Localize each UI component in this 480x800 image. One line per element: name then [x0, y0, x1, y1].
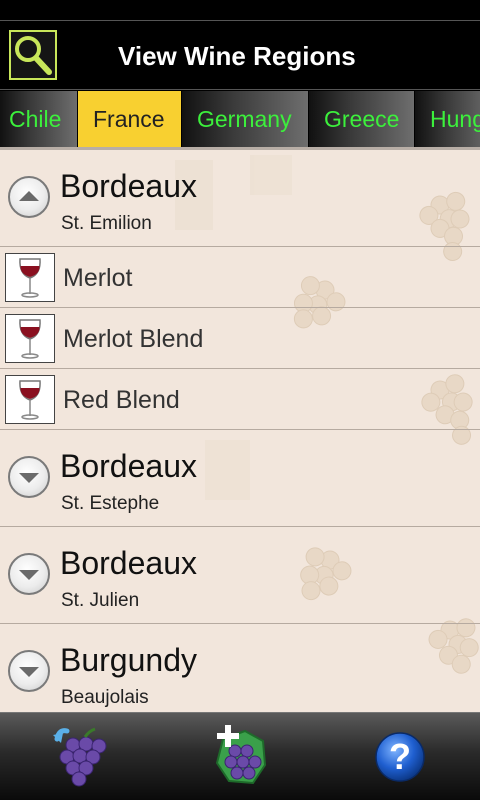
chevron-down-icon: [19, 667, 39, 677]
wine-type-row[interactable]: Merlot Blend: [0, 308, 480, 369]
region-group-row[interactable]: Bordeaux St. Estephe: [0, 430, 480, 527]
region-name: Burgundy: [60, 642, 197, 678]
help-glyph: ?: [389, 736, 411, 777]
tab-greece[interactable]: Greece: [309, 91, 415, 147]
region-group-row[interactable]: Bordeaux St. Emilion: [0, 150, 480, 247]
bottom-toolbar: ?: [0, 712, 480, 800]
tab-hungary[interactable]: Hung: [415, 91, 480, 147]
country-tabs: Chile France Germany Greece Hung: [0, 91, 480, 147]
expand-button[interactable]: [8, 456, 50, 498]
add-region-button[interactable]: [205, 721, 275, 791]
status-bar: [0, 0, 480, 20]
region-name: Bordeaux: [60, 448, 197, 484]
region-name: Bordeaux: [60, 545, 197, 581]
wine-type-row[interactable]: Merlot: [0, 247, 480, 308]
subregion-name: St. Julien: [61, 590, 140, 611]
subregion-name: St. Emilion: [61, 213, 152, 234]
search-icon: [15, 36, 52, 75]
wine-glass-icon: [5, 375, 55, 424]
help-button[interactable]: ?: [365, 721, 435, 791]
subregion-name: St. Estephe: [61, 493, 160, 514]
wine-type-label: Red Blend: [63, 386, 180, 414]
region-group-row[interactable]: Burgundy Beaujolais: [0, 624, 480, 712]
expand-button[interactable]: [8, 553, 50, 595]
title-bar: View Wine Regions: [0, 20, 480, 90]
page-title: View Wine Regions: [118, 41, 356, 71]
region-group-row[interactable]: Bordeaux St. Julien: [0, 527, 480, 624]
region-name: Bordeaux: [60, 168, 197, 204]
wine-glass-icon: [5, 253, 55, 302]
search-button[interactable]: [9, 30, 57, 80]
wine-glass-icon: [5, 314, 55, 363]
add-region-icon: [215, 725, 267, 785]
chevron-up-icon: [19, 191, 39, 201]
chevron-down-icon: [19, 473, 39, 483]
wine-type-label: Merlot: [63, 264, 133, 292]
tab-france[interactable]: France: [78, 91, 182, 147]
tab-chile[interactable]: Chile: [0, 91, 78, 147]
back-grapes-icon: [53, 727, 107, 787]
expand-button[interactable]: [8, 650, 50, 692]
tab-germany[interactable]: Germany: [182, 91, 309, 147]
wine-type-row[interactable]: Red Blend: [0, 369, 480, 430]
region-list[interactable]: Bordeaux St. Emilion Merlot Merlot Blend: [0, 147, 480, 712]
collapse-button[interactable]: [8, 176, 50, 218]
chevron-down-icon: [19, 570, 39, 580]
wine-type-label: Merlot Blend: [63, 325, 204, 353]
back-button[interactable]: [45, 721, 115, 791]
subregion-name: Beaujolais: [61, 687, 149, 708]
